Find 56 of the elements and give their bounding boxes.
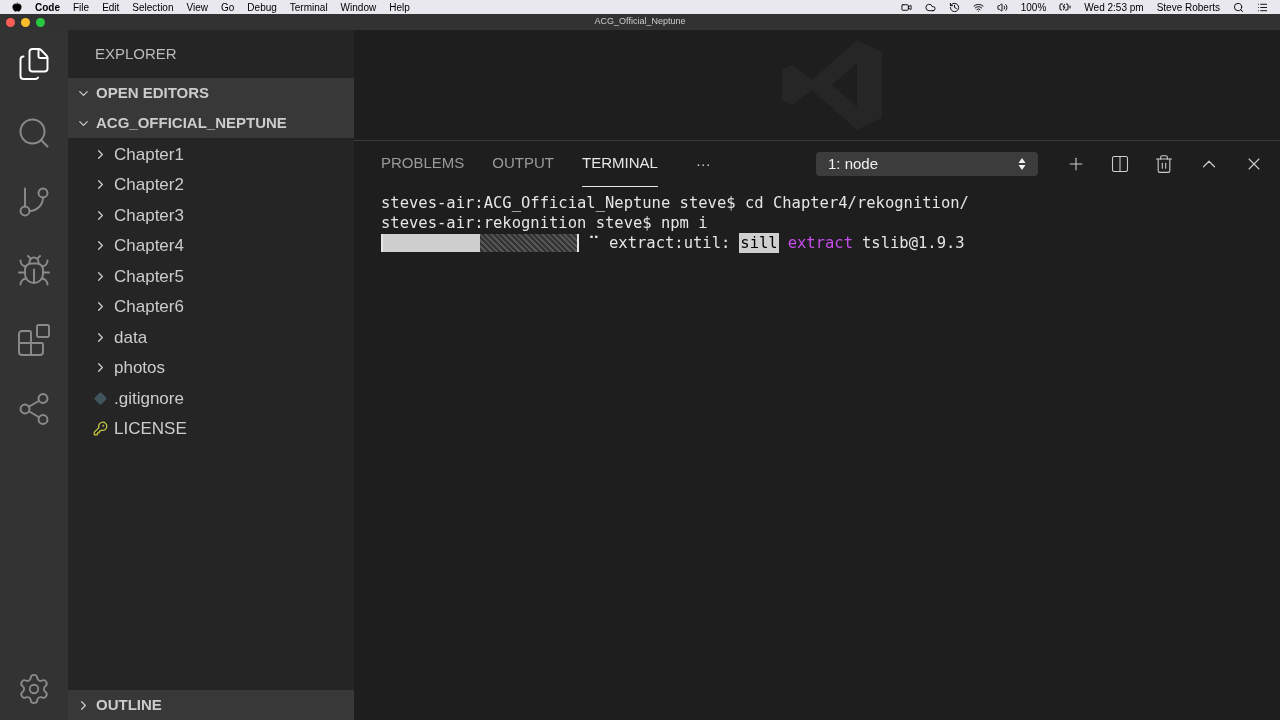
tree-item[interactable]: Chapter5 <box>68 261 354 292</box>
tree-item[interactable]: photos <box>68 352 354 383</box>
split-icon[interactable] <box>1110 154 1130 174</box>
tree-item[interactable]: Chapter3 <box>68 200 354 231</box>
spinner: ⠉ <box>588 233 600 253</box>
battery-percent: 100% <box>1020 0 1047 15</box>
menu-item[interactable]: Debug <box>247 0 277 15</box>
tree-item[interactable]: .gitignore <box>68 383 354 414</box>
panel-tab[interactable]: TERMINAL <box>582 141 658 187</box>
window-title: ACG_Official_Neptune <box>594 15 686 29</box>
panel-tab[interactable]: OUTPUT <box>492 141 555 187</box>
more-button[interactable]: ··· <box>695 152 711 176</box>
clock-icon[interactable] <box>948 1 960 13</box>
sidebar-title: EXPLORER <box>95 43 177 64</box>
key-icon <box>92 421 108 437</box>
progress-stage: extract:util: <box>609 233 731 253</box>
section-header[interactable]: OPEN EDITORS <box>68 78 354 108</box>
menu-item[interactable]: Help <box>389 0 410 15</box>
user-name[interactable]: Steve Roberts <box>1156 0 1220 15</box>
volume-icon[interactable] <box>996 1 1008 13</box>
cloud-icon[interactable] <box>924 1 936 13</box>
menu-item[interactable]: Selection <box>132 0 174 15</box>
menu-item[interactable]: View <box>186 0 208 15</box>
tree-item[interactable]: data <box>68 322 354 353</box>
section-header[interactable]: ACG_OFFICIAL_NEPTUNE <box>68 108 354 138</box>
log-level-tag: sill <box>739 233 779 253</box>
tree-item[interactable]: LICENSE <box>68 413 354 444</box>
tree-item[interactable]: Chapter4 <box>68 230 354 261</box>
tree-item[interactable]: Chapter2 <box>68 169 354 200</box>
menu-item[interactable]: Terminal <box>289 0 328 15</box>
terminal-line: steves-air:rekognition steve$ npm i <box>381 213 709 233</box>
tree-item[interactable]: Chapter1 <box>68 139 354 170</box>
menu-item[interactable]: File <box>73 0 90 15</box>
menu-item[interactable]: Edit <box>102 0 120 15</box>
settings-icon[interactable] <box>17 672 51 706</box>
battery-icon[interactable] <box>1059 1 1072 13</box>
menu-item[interactable]: Window <box>340 0 377 15</box>
camera-icon[interactable] <box>900 1 912 13</box>
updown-icon <box>1018 157 1026 171</box>
tree-item[interactable]: Chapter6 <box>68 291 354 322</box>
menu-clock[interactable]: Wed 2:53 pm <box>1084 0 1144 15</box>
terminal-select[interactable]: 1: node <box>816 152 1038 176</box>
diamond-icon <box>93 391 107 405</box>
app-menu[interactable]: Code <box>35 0 60 15</box>
search-icon[interactable] <box>1233 1 1244 13</box>
section-header[interactable]: OUTLINE <box>68 690 354 720</box>
wifi-icon[interactable] <box>972 1 984 13</box>
log-action: extract <box>787 233 853 253</box>
extensions-icon[interactable] <box>16 322 52 358</box>
apple-icon[interactable] <box>12 2 22 12</box>
menu-item[interactable]: Go <box>221 0 235 15</box>
list-icon[interactable] <box>1257 1 1268 13</box>
panel-tab[interactable]: PROBLEMS <box>381 141 465 187</box>
terminal-line: steves-air:ACG_Official_Neptune steve$ cd Chapter4/rekognition/ <box>381 193 970 213</box>
trash-icon[interactable] <box>1154 154 1174 174</box>
package-name: tslib@1.9.3 <box>862 233 965 253</box>
